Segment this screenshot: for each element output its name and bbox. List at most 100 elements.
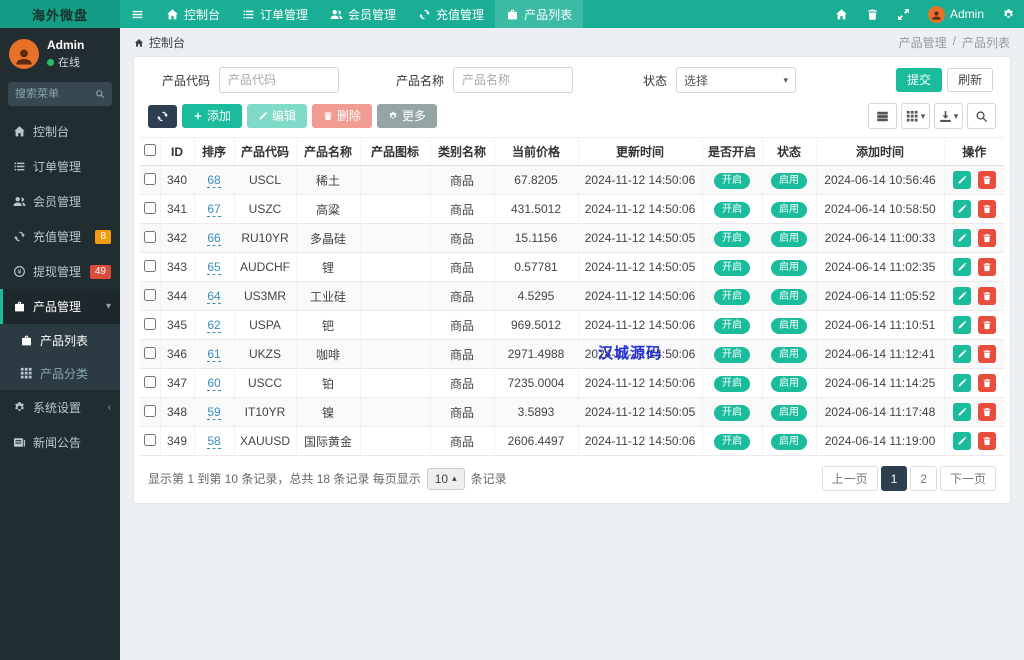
row-checkbox[interactable]	[143, 317, 156, 330]
breadcrumb-dashboard[interactable]: 控制台	[149, 34, 185, 51]
sidebar-item-news[interactable]: 新闻公告	[0, 425, 120, 460]
nav-fullscreen-button[interactable]	[888, 0, 919, 28]
row-checkbox[interactable]	[143, 201, 156, 214]
row-delete-button[interactable]	[977, 345, 996, 363]
row-delete-button[interactable]	[977, 171, 996, 189]
product-name-input[interactable]	[453, 67, 574, 93]
cell-updated: 2024-11-12 14:50:06	[578, 339, 703, 369]
sidebar-item-recharge[interactable]: 充值管理 8	[0, 219, 120, 254]
sort-link[interactable]: 64	[207, 289, 221, 304]
refresh-form-button[interactable]: 刷新	[947, 67, 994, 93]
cell-icon	[360, 281, 431, 311]
pencil-icon	[957, 436, 967, 446]
rows-icon	[876, 110, 889, 123]
page-size-select[interactable]: 10 ▴	[426, 467, 465, 490]
sidebar-item-withdraw[interactable]: 提现管理 49	[0, 254, 120, 289]
status-select[interactable]: 选择 ▾	[676, 67, 797, 93]
sort-link[interactable]: 62	[207, 318, 221, 333]
nav-trash-button[interactable]	[857, 0, 888, 28]
sidebar-item-product-category[interactable]: 产品分类	[0, 357, 120, 390]
edit-button[interactable]: 编辑	[247, 103, 308, 129]
sidebar-item-dashboard[interactable]: 控制台	[0, 114, 120, 149]
product-code-label: 产品代码	[162, 73, 211, 88]
select-all-checkbox[interactable]	[143, 144, 156, 156]
cell-code: AUDCHF	[234, 252, 297, 282]
sidebar-item-product-manage[interactable]: 产品管理 ▾	[0, 289, 120, 324]
nav-item-recharge[interactable]: 充值管理	[407, 0, 495, 28]
prev-page-button[interactable]: 上一页	[821, 466, 878, 491]
product-code-input[interactable]	[219, 67, 340, 93]
nav-item-orders[interactable]: 订单管理	[231, 0, 319, 28]
page-button-2[interactable]: 2	[910, 466, 937, 491]
cell-updated: 2024-11-12 14:50:06	[578, 368, 703, 398]
row-edit-button[interactable]	[952, 287, 971, 305]
page-button-1[interactable]: 1	[880, 466, 908, 491]
row-edit-button[interactable]	[952, 258, 971, 276]
more-button[interactable]: 更多	[377, 103, 438, 129]
sidebar-item-system-settings[interactable]: 系统设置 ‹	[0, 390, 120, 425]
status-badge: 启用	[771, 288, 807, 305]
row-checkbox[interactable]	[143, 288, 156, 301]
sidebar-item-orders[interactable]: 订单管理	[0, 149, 120, 184]
gear-icon	[388, 111, 398, 121]
row-checkbox[interactable]	[143, 375, 156, 388]
search-icon[interactable]	[95, 89, 105, 99]
cell-code: XAUUSD	[234, 426, 297, 456]
sidebar-toggle[interactable]	[120, 0, 155, 28]
row-delete-button[interactable]	[977, 200, 996, 218]
status-badge: 启用	[771, 433, 807, 450]
sort-link[interactable]: 66	[207, 231, 221, 246]
row-delete-button[interactable]	[977, 374, 996, 392]
row-delete-button[interactable]	[977, 258, 996, 276]
row-edit-button[interactable]	[952, 316, 971, 334]
add-button[interactable]: 添加	[182, 103, 243, 129]
nav-item-members[interactable]: 会员管理	[319, 0, 407, 28]
admin-menu[interactable]: Admin	[919, 0, 993, 28]
col-header-name: 产品名称	[296, 137, 361, 166]
row-edit-button[interactable]	[952, 229, 971, 247]
table-search-button[interactable]	[967, 103, 996, 129]
sort-link[interactable]: 59	[207, 405, 221, 420]
delete-button[interactable]: 删除	[312, 103, 373, 129]
columns-button[interactable]: ▾	[901, 103, 930, 129]
nav-settings-button[interactable]	[993, 0, 1024, 28]
row-edit-button[interactable]	[952, 403, 971, 421]
sidebar-item-product-list[interactable]: 产品列表	[0, 324, 120, 357]
row-checkbox[interactable]	[143, 346, 156, 359]
sort-link[interactable]: 58	[207, 434, 221, 449]
row-delete-button[interactable]	[977, 229, 996, 247]
row-edit-button[interactable]	[952, 432, 971, 450]
sort-link[interactable]: 61	[207, 347, 221, 362]
row-checkbox[interactable]	[143, 230, 156, 243]
submit-button[interactable]: 提交	[896, 67, 943, 93]
recharge-badge: 8	[95, 229, 111, 244]
cell-category: 商品	[430, 165, 495, 195]
row-delete-button[interactable]	[977, 432, 996, 450]
sidebar-search-input[interactable]	[15, 88, 95, 100]
trash-icon	[982, 175, 992, 185]
sort-link[interactable]: 65	[207, 260, 221, 275]
row-checkbox[interactable]	[143, 433, 156, 446]
row-edit-button[interactable]	[952, 171, 971, 189]
row-delete-button[interactable]	[977, 316, 996, 334]
row-checkbox[interactable]	[143, 172, 156, 185]
nav-home-button[interactable]	[826, 0, 857, 28]
refresh-table-button[interactable]	[148, 104, 177, 128]
sidebar-item-members[interactable]: 会员管理	[0, 184, 120, 219]
cell-code: USPA	[234, 310, 297, 340]
row-edit-button[interactable]	[952, 200, 971, 218]
toggle-view-button[interactable]	[868, 103, 897, 129]
nav-item-dashboard[interactable]: 控制台	[155, 0, 231, 28]
row-delete-button[interactable]	[977, 403, 996, 421]
nav-item-products[interactable]: 产品列表	[495, 0, 584, 28]
row-delete-button[interactable]	[977, 287, 996, 305]
row-edit-button[interactable]	[952, 374, 971, 392]
next-page-button[interactable]: 下一页	[939, 466, 996, 491]
sort-link[interactable]: 60	[207, 376, 221, 391]
sort-link[interactable]: 68	[207, 173, 221, 188]
export-button[interactable]: ▾	[934, 103, 963, 129]
sort-link[interactable]: 67	[207, 202, 221, 217]
row-edit-button[interactable]	[952, 345, 971, 363]
row-checkbox[interactable]	[143, 259, 156, 272]
row-checkbox[interactable]	[143, 404, 156, 417]
